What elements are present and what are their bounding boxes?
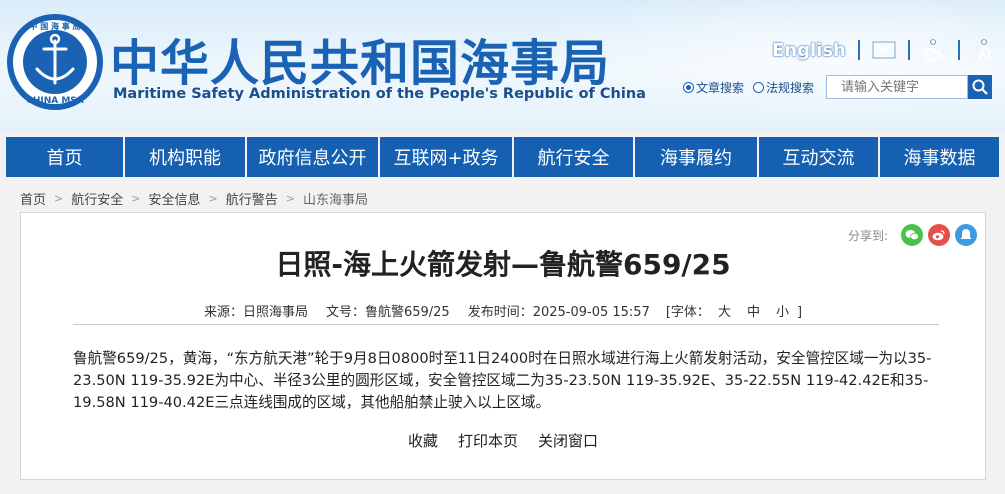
breadcrumb-navigation-safety[interactable]: 航行安全 bbox=[71, 189, 123, 208]
chevron-right-icon: > bbox=[54, 191, 64, 205]
nav-item-gov-info[interactable]: 政府信息公开 bbox=[247, 137, 380, 177]
article-body: 鲁航警659/25，黄海，“东方航天港”轮于9月8日0800时至11日2400时… bbox=[73, 350, 932, 411]
divider bbox=[857, 40, 860, 60]
radio-article-search[interactable] bbox=[683, 81, 694, 93]
article-publish-time: 发布时间：2025-09-05 15:57 bbox=[467, 305, 650, 320]
close-window-link[interactable]: 关闭窗口 bbox=[538, 430, 598, 451]
divider bbox=[957, 40, 960, 60]
svg-text:CHINA MSA: CHINA MSA bbox=[26, 96, 84, 106]
main-nav: 首页 机构职能 政府信息公开 互联网+政务 航行安全 海事履约 互动交流 海事数… bbox=[6, 137, 999, 177]
share-label: 分享到: bbox=[847, 228, 888, 243]
divider bbox=[907, 40, 910, 60]
elderly-mode-icon[interactable] bbox=[972, 39, 996, 61]
print-link[interactable]: 打印本页 bbox=[458, 430, 518, 451]
china-msa-logo[interactable]: 中 国 海 事 局 CHINA MSA bbox=[6, 13, 104, 111]
breadcrumb-safety-info[interactable]: 安全信息 bbox=[148, 189, 200, 208]
search-input[interactable] bbox=[826, 75, 969, 99]
top-links: English bbox=[772, 38, 996, 62]
search-bar: 文章搜索 法规搜索 bbox=[683, 74, 993, 100]
article-doc-number: 文号：鲁航警659/25 bbox=[325, 305, 450, 320]
nav-item-compliance[interactable]: 海事履约 bbox=[635, 137, 759, 177]
nav-item-data[interactable]: 海事数据 bbox=[880, 137, 999, 177]
font-size-medium[interactable]: 中 bbox=[747, 305, 760, 320]
divider bbox=[73, 324, 939, 325]
search-icon bbox=[972, 79, 988, 95]
nav-item-e-gov[interactable]: 互联网+政务 bbox=[380, 137, 514, 177]
nav-item-home[interactable]: 首页 bbox=[6, 137, 125, 177]
svg-text:中 国 海 事 局: 中 国 海 事 局 bbox=[29, 21, 80, 31]
mail-icon[interactable] bbox=[871, 39, 896, 61]
font-size-switcher: [字体： 大 中 小] bbox=[666, 301, 802, 320]
article-panel: 分享到: 日照-海上火箭发射—鲁航警659/25 来源：日照海事局 文号：鲁航警… bbox=[20, 212, 986, 480]
nav-item-interaction[interactable]: 互动交流 bbox=[759, 137, 880, 177]
nav-item-functions[interactable]: 机构职能 bbox=[125, 137, 247, 177]
breadcrumb-home[interactable]: 首页 bbox=[20, 189, 46, 208]
breadcrumb-shandong-msa[interactable]: 山东海事局 bbox=[303, 189, 368, 208]
breadcrumb: 首页 > 航行安全 > 安全信息 > 航行警告 > 山东海事局 bbox=[20, 188, 368, 208]
font-size-small[interactable]: 小 bbox=[776, 305, 789, 320]
radio-article-label[interactable]: 文章搜索 bbox=[696, 79, 744, 96]
radio-regulation-label[interactable]: 法规搜索 bbox=[766, 79, 814, 96]
font-size-large[interactable]: 大 bbox=[718, 305, 731, 320]
font-size-label: [字体： bbox=[665, 305, 710, 320]
article-meta: 来源：日照海事局 文号：鲁航警659/25 发布时间：2025-09-05 15… bbox=[21, 301, 985, 320]
radio-regulation-search[interactable] bbox=[753, 81, 765, 93]
font-size-close: ] bbox=[796, 305, 803, 320]
nav-item-navigation-safety[interactable]: 航行安全 bbox=[514, 137, 635, 177]
chevron-right-icon: > bbox=[131, 191, 141, 205]
chevron-right-icon: > bbox=[285, 191, 295, 205]
chevron-right-icon: > bbox=[208, 191, 218, 205]
article-title: 日照-海上火箭发射—鲁航警659/25 bbox=[275, 248, 731, 281]
breadcrumb-navigation-warning[interactable]: 航行警告 bbox=[226, 189, 278, 208]
site-header: 中 国 海 事 局 CHINA MSA 中华人民共和国海事局 Maritime … bbox=[0, 0, 1005, 132]
article-source: 来源：日照海事局 bbox=[203, 305, 308, 320]
search-button[interactable] bbox=[968, 75, 993, 99]
site-title: 中华人民共和国海事局 bbox=[110, 35, 611, 92]
english-link[interactable]: English bbox=[772, 40, 846, 61]
site-subtitle: Maritime Safety Administration of the Pe… bbox=[113, 86, 646, 102]
favorite-link[interactable]: 收藏 bbox=[408, 430, 438, 451]
accessibility-icon[interactable] bbox=[922, 39, 946, 61]
article-actions: 收藏 打印本页 关闭窗口 bbox=[21, 430, 985, 451]
